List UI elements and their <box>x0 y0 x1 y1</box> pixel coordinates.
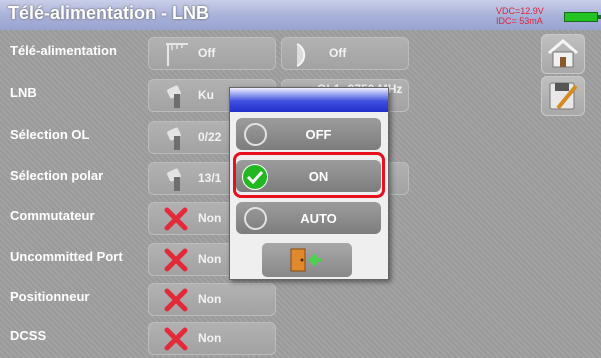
option-off-button[interactable]: OFF <box>236 118 381 150</box>
selection-ol-value: 0/22 <box>198 130 222 144</box>
red-cross-icon <box>164 248 188 272</box>
row-label-commutateur: Commutateur <box>10 208 95 223</box>
lnb-value: Ku <box>198 88 214 102</box>
lnb-icon <box>167 85 181 108</box>
selected-option-frame <box>233 152 385 198</box>
uncommitted-port-value: Non <box>198 252 222 266</box>
row-label-dcss: DCSS <box>10 328 47 343</box>
dialog-header <box>230 88 388 112</box>
idc-readout: IDC= 53mA <box>496 16 543 26</box>
row-label-selection-polar: Sélection polar <box>10 168 104 183</box>
exit-door-icon <box>290 248 322 272</box>
dcss-button[interactable]: Non <box>148 322 276 355</box>
exit-button[interactable] <box>262 243 352 277</box>
red-cross-icon <box>164 288 188 312</box>
home-button[interactable] <box>541 34 585 74</box>
option-off-label: OFF <box>305 127 332 142</box>
row-label-lnb: LNB <box>10 85 37 100</box>
row-label-uncommitted-port: Uncommitted Port <box>10 249 123 264</box>
tele-alimentation-button[interactable]: Off <box>148 37 276 70</box>
save-button[interactable] <box>541 76 585 116</box>
title-bar: Télé-alimentation - LNB VDC=12.9V IDC= 5… <box>0 0 601 30</box>
antenna-icon <box>166 43 188 66</box>
row-label-tele-alimentation: Télé-alimentation <box>10 43 117 58</box>
lnb-icon <box>167 127 181 150</box>
row-label-positionneur: Positionneur <box>10 289 90 304</box>
option-auto-label: AUTO <box>300 211 337 226</box>
selection-polar-value: 13/1 <box>198 171 222 185</box>
option-auto-button[interactable]: AUTO <box>236 202 381 234</box>
red-cross-icon <box>164 327 188 351</box>
positionneur-value: Non <box>198 292 222 306</box>
tele-alimentation-value-2: Off <box>329 46 347 60</box>
row-label-selection-ol: Sélection OL <box>10 127 90 142</box>
positionneur-button[interactable]: Non <box>148 283 276 316</box>
save-icon <box>549 82 578 110</box>
battery-icon <box>564 12 601 22</box>
vdc-readout: VDC=12.9V <box>496 6 544 16</box>
commutateur-value: Non <box>198 211 222 225</box>
power-readout: VDC=12.9V IDC= 53mA <box>496 6 544 26</box>
red-cross-icon <box>164 207 188 231</box>
lnb-icon <box>167 168 181 191</box>
page-title: Télé-alimentation - LNB <box>8 3 210 23</box>
home-icon <box>548 39 578 68</box>
satellite-dish-icon <box>296 43 306 67</box>
tele-alimentation-secondary-button[interactable]: Off <box>281 37 409 70</box>
tele-alimentation-value: Off <box>198 46 216 60</box>
dcss-value: Non <box>198 331 222 345</box>
